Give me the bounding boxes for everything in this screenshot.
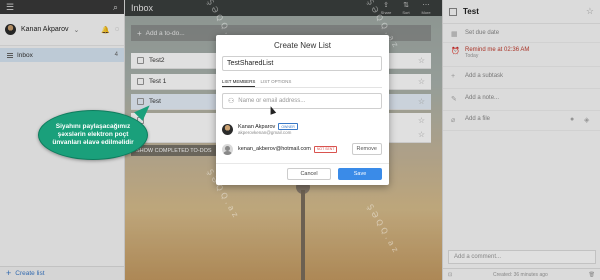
save-button[interactable]: Save [338, 168, 382, 180]
callout-text: Siyahını paylaşacağımız şəxslərin elektr… [52, 123, 134, 146]
dialog-tabs: LIST MEMBERS LIST OPTIONS [222, 79, 382, 88]
tab-list-options[interactable]: LIST OPTIONS [260, 79, 291, 87]
member-email: akperovkenan@gmail.com [238, 130, 292, 135]
not-sent-badge: NOT SENT [313, 145, 338, 153]
divider [216, 163, 389, 164]
create-list-dialog: Create New List TestSharedList LIST MEMB… [216, 35, 389, 185]
member-row: Kanan Akparov OWNER akperovkenan@gmail.c… [222, 123, 382, 135]
annotation-callout: Siyahını paylaşacağımız şəxslərin elektr… [38, 110, 148, 160]
avatar [222, 123, 233, 135]
add-person-icon: ⚇ [228, 98, 235, 105]
dialog-title: Create New List [274, 41, 331, 50]
member-email-input[interactable]: ⚇ Name or email address... [222, 93, 382, 109]
remove-member-button[interactable]: Remove [351, 143, 382, 155]
avatar [222, 143, 233, 155]
tab-list-members[interactable]: LIST MEMBERS [222, 79, 256, 87]
member-row: kenan_akberov@hotmail.com NOT SENT Remov… [222, 143, 382, 155]
member-name: kenan_akberov@hotmail.com [238, 146, 311, 152]
owner-badge: OWNER [278, 123, 298, 130]
list-name-input[interactable]: TestSharedList [222, 56, 382, 71]
member-name: Kanan Akparov [238, 123, 276, 130]
cancel-button[interactable]: Cancel [287, 168, 331, 180]
